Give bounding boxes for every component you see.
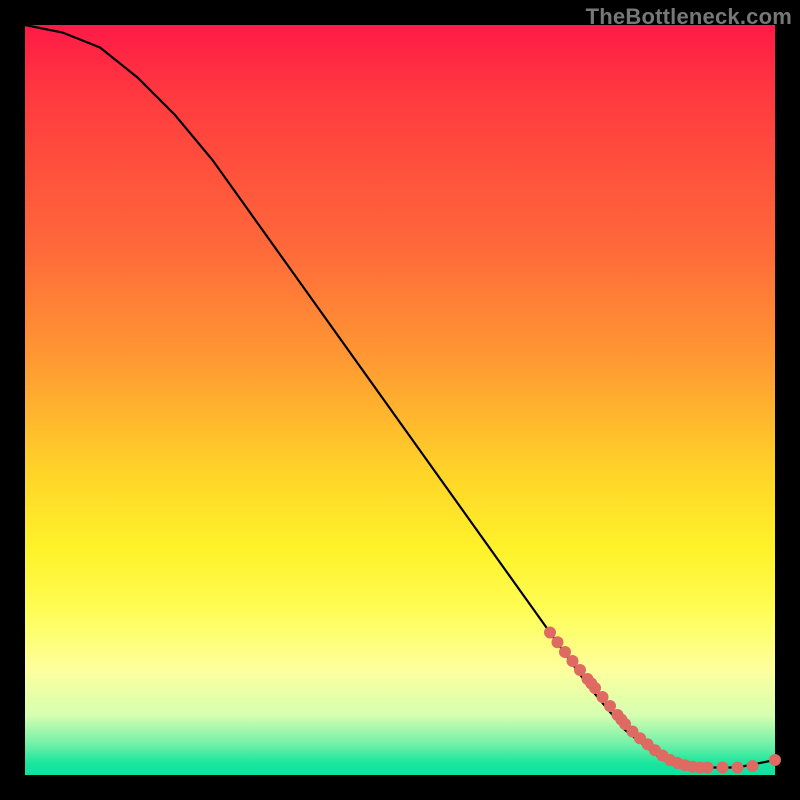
- data-point: [732, 762, 744, 774]
- chart-svg: [25, 25, 775, 775]
- data-point: [747, 760, 759, 772]
- plot-area: [25, 25, 775, 775]
- data-point: [552, 636, 564, 648]
- dots-group: [544, 627, 781, 774]
- data-point: [717, 762, 729, 774]
- curve-line: [25, 25, 775, 768]
- data-point: [544, 627, 556, 639]
- data-point: [702, 762, 714, 774]
- chart-frame: TheBottleneck.com: [0, 0, 800, 800]
- data-point: [769, 754, 781, 766]
